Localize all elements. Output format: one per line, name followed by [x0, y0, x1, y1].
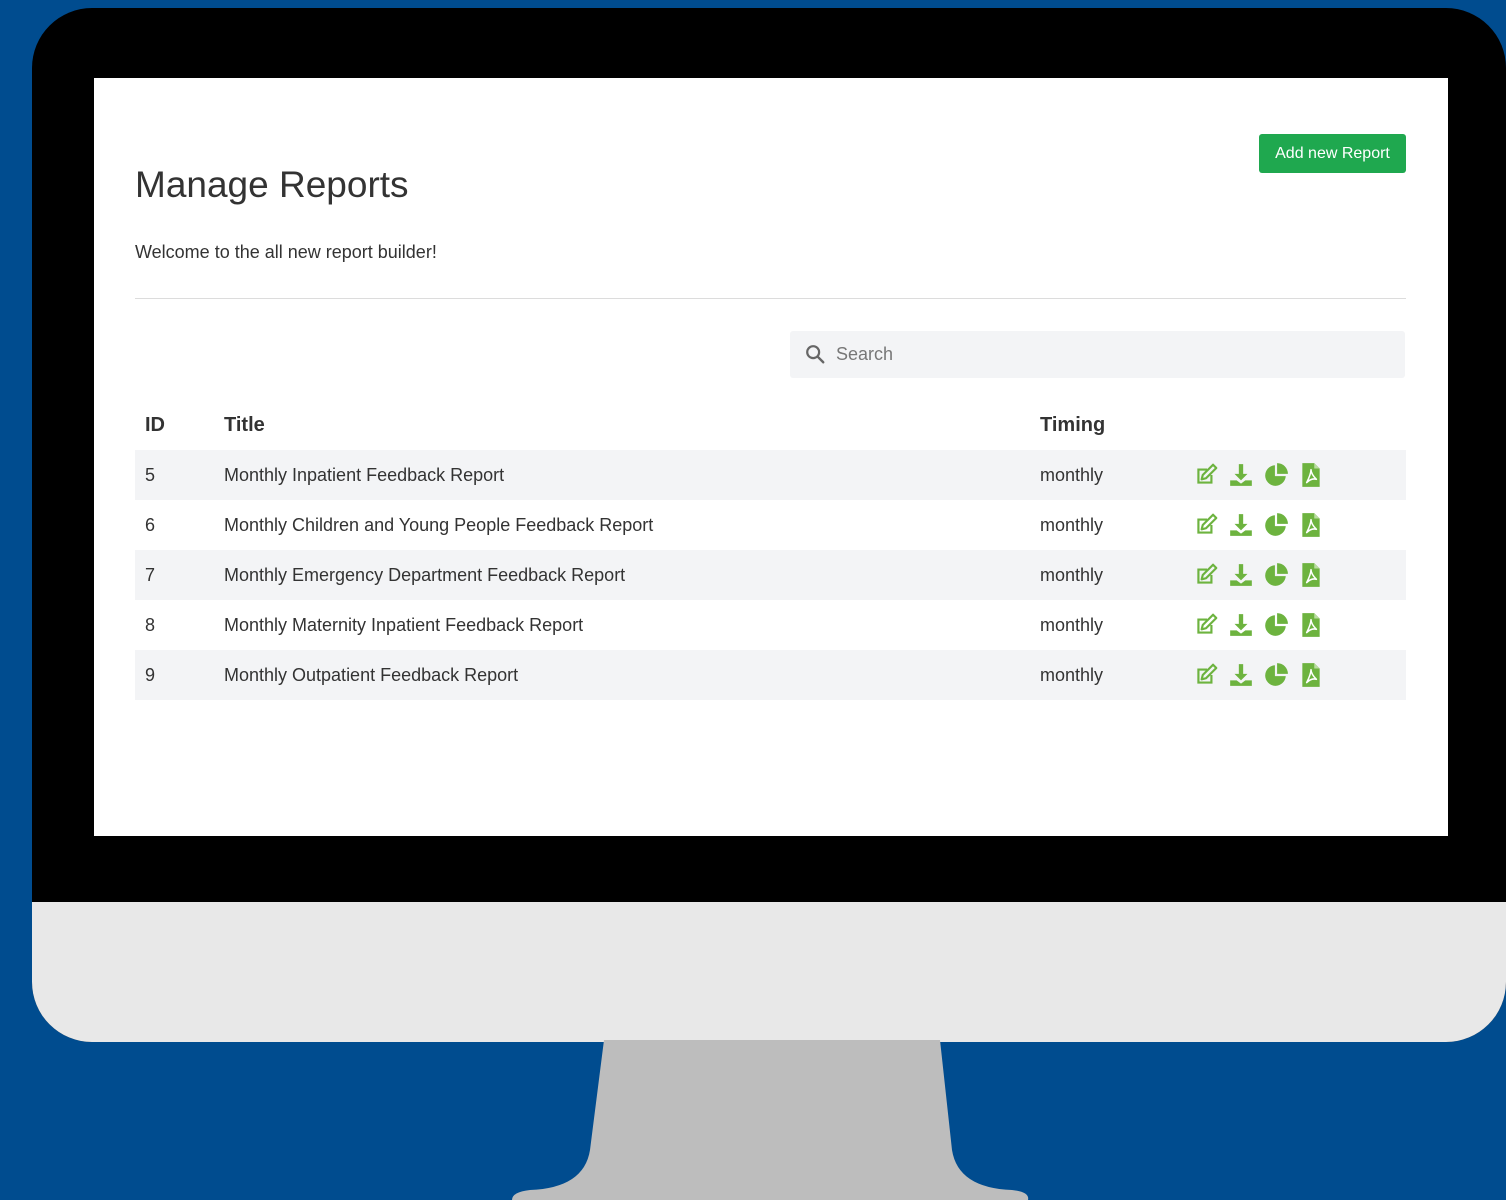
column-header-timing[interactable]: Timing — [1030, 400, 1183, 450]
download-icon[interactable] — [1228, 462, 1254, 488]
table-row: 5 Monthly Inpatient Feedback Report mont… — [135, 450, 1406, 500]
download-icon[interactable] — [1228, 512, 1254, 538]
reports-table: ID Title Timing 5 Monthly Inpatient Feed… — [135, 400, 1406, 700]
report-title: Monthly Maternity Inpatient Feedback Rep… — [224, 614, 584, 635]
edit-icon[interactable] — [1193, 462, 1219, 488]
report-timing: monthly — [1040, 464, 1104, 485]
report-title: Monthly Children and Young People Feedba… — [224, 514, 654, 535]
search-icon — [804, 343, 826, 365]
pdf-icon[interactable] — [1298, 612, 1324, 638]
report-title: Monthly Inpatient Feedback Report — [224, 464, 505, 485]
edit-icon[interactable] — [1193, 612, 1219, 638]
monitor-stand — [512, 1040, 1030, 1200]
monitor-chin — [32, 902, 1506, 1042]
column-header-id[interactable]: ID — [135, 400, 214, 450]
search-input[interactable] — [836, 331, 1396, 378]
row-actions — [1183, 500, 1406, 550]
pie-chart-icon[interactable] — [1263, 512, 1289, 538]
table-header-row: ID Title Timing — [135, 400, 1406, 450]
row-actions — [1183, 550, 1406, 600]
report-title: Monthly Emergency Department Feedback Re… — [224, 564, 626, 585]
add-new-report-button[interactable]: Add new Report — [1259, 134, 1406, 173]
edit-icon[interactable] — [1193, 512, 1219, 538]
download-icon[interactable] — [1228, 662, 1254, 688]
page-title: Manage Reports — [135, 164, 409, 205]
table-row: 9 Monthly Outpatient Feedback Report mon… — [135, 650, 1406, 700]
row-actions — [1183, 650, 1406, 700]
pdf-icon[interactable] — [1298, 662, 1324, 688]
pdf-icon[interactable] — [1298, 562, 1324, 588]
report-id: 5 — [145, 464, 156, 485]
table-row: 6 Monthly Children and Young People Feed… — [135, 500, 1406, 550]
column-header-title[interactable]: Title — [214, 400, 1030, 450]
pie-chart-icon[interactable] — [1263, 662, 1289, 688]
pdf-icon[interactable] — [1298, 462, 1324, 488]
report-id: 6 — [145, 514, 156, 535]
pie-chart-icon[interactable] — [1263, 612, 1289, 638]
report-id: 7 — [145, 564, 156, 585]
report-title: Monthly Outpatient Feedback Report — [224, 664, 519, 685]
pdf-icon[interactable] — [1298, 512, 1324, 538]
report-timing: monthly — [1040, 514, 1104, 535]
row-actions — [1183, 600, 1406, 650]
report-timing: monthly — [1040, 564, 1104, 585]
report-timing: monthly — [1040, 614, 1104, 635]
row-actions — [1183, 450, 1406, 500]
search-box[interactable] — [790, 331, 1405, 378]
divider — [135, 298, 1406, 299]
table-row: 7 Monthly Emergency Department Feedback … — [135, 550, 1406, 600]
download-icon[interactable] — [1228, 612, 1254, 638]
page-subtitle: Welcome to the all new report builder! — [135, 242, 437, 262]
app-screen: Manage Reports Welcome to the all new re… — [94, 78, 1448, 836]
column-header-actions — [1183, 400, 1406, 450]
edit-icon[interactable] — [1193, 662, 1219, 688]
edit-icon[interactable] — [1193, 562, 1219, 588]
report-id: 8 — [145, 614, 156, 635]
pie-chart-icon[interactable] — [1263, 562, 1289, 588]
table-row: 8 Monthly Maternity Inpatient Feedback R… — [135, 600, 1406, 650]
report-timing: monthly — [1040, 664, 1104, 685]
report-id: 9 — [145, 664, 156, 685]
pie-chart-icon[interactable] — [1263, 462, 1289, 488]
download-icon[interactable] — [1228, 562, 1254, 588]
